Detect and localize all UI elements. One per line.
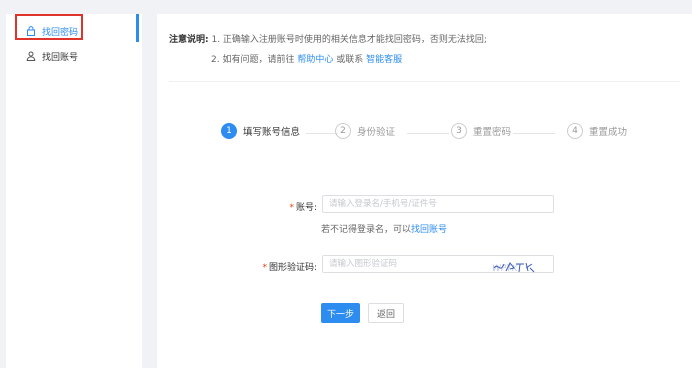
- step-connector: [407, 133, 449, 134]
- captcha-image[interactable]: WPTK: [492, 260, 542, 274]
- active-indicator: [136, 14, 139, 42]
- account-label: * 账号:: [217, 200, 317, 213]
- account-input[interactable]: 请输入登录名/手机号/证件号: [322, 195, 554, 213]
- user-icon: [26, 51, 36, 61]
- step-connector: [306, 133, 338, 134]
- smart-service-link[interactable]: 智能客服: [366, 55, 402, 65]
- captcha-label: * 图形验证码:: [217, 260, 317, 273]
- hint-text: 若不记得登录名，可以: [321, 225, 412, 235]
- step-label: 身份验证: [357, 127, 396, 138]
- main-panel: 注意说明: 1. 正确输入注册账号时使用的相关信息才能找回密码，否则无法找回; …: [157, 14, 692, 368]
- notice-line-1: 1. 正确输入注册账号时使用的相关信息才能找回密码，否则无法找回;: [211, 35, 487, 45]
- top-strip: [0, 0, 692, 14]
- required-mark: *: [262, 263, 267, 273]
- help-center-link[interactable]: 帮助中心: [297, 55, 333, 65]
- notice-line-2-middle: 或联系: [336, 55, 364, 65]
- highlight-box: [15, 14, 83, 40]
- sidebar-item-label: 找回账号: [42, 52, 79, 63]
- next-button[interactable]: 下一步: [321, 303, 360, 323]
- step-label: 填写账号信息: [243, 127, 301, 138]
- step-connector: [513, 133, 555, 134]
- notice-line-2-prefix: 2. 如有问题，请前往: [211, 55, 295, 65]
- divider: [169, 81, 680, 82]
- step-label: 重置密码: [473, 127, 512, 138]
- account-hint: 若不记得登录名，可以找回账号: [321, 222, 447, 235]
- captcha-label-text: 图形验证码:: [268, 263, 317, 273]
- sidebar: 找回密码 找回账号: [6, 14, 142, 368]
- required-mark: *: [289, 203, 294, 213]
- step-1: 1 填写账号信息: [221, 123, 300, 139]
- step-number: 1: [221, 123, 237, 139]
- back-button[interactable]: 返回: [368, 303, 404, 323]
- notice: 注意说明: 1. 正确输入注册账号时使用的相关信息才能找回密码，否则无法找回; …: [169, 30, 487, 70]
- step-4: 4 重置成功: [567, 123, 627, 139]
- progress-steps: 1 填写账号信息 2 身份验证 3 重置密码 4 重置成功: [221, 123, 631, 145]
- step-label: 重置成功: [589, 127, 628, 138]
- find-account-link[interactable]: 找回账号: [411, 225, 447, 235]
- sidebar-item-find-account[interactable]: 找回账号: [26, 44, 78, 68]
- step-number: 2: [335, 123, 351, 139]
- step-number: 4: [567, 123, 583, 139]
- step-3: 3 重置密码: [451, 123, 511, 139]
- step-number: 3: [451, 123, 467, 139]
- step-2: 2 身份验证: [335, 123, 395, 139]
- captcha-text: WPTK: [492, 264, 519, 274]
- notice-title: 注意说明:: [169, 35, 209, 45]
- account-label-text: 账号:: [295, 203, 317, 213]
